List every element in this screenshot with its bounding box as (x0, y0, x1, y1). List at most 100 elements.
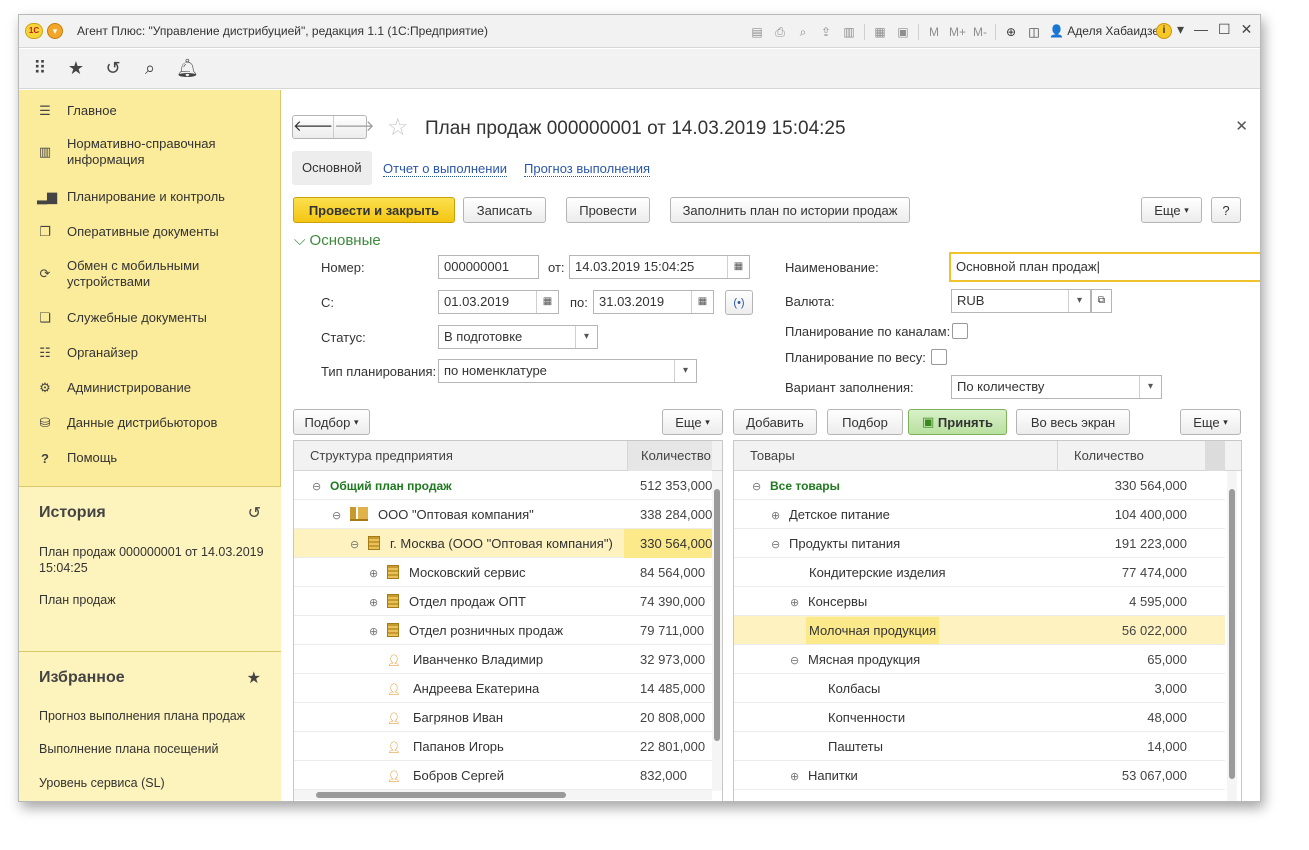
start-date-field[interactable]: 01.03.2019 ▦ (438, 290, 559, 314)
table-row[interactable]: ⊖ ООО "Оптовая компания" 338 284,000 (294, 500, 712, 529)
column-header-structure[interactable]: Структура предприятия (310, 441, 610, 471)
sidebar-item-mobile-exchange[interactable]: ⟳ Обмен с мобильными устройствами (19, 256, 281, 292)
sidebar-item-distributors[interactable]: ⛁ Данные дистрибьюторов (19, 412, 281, 434)
post-button[interactable]: Провести (566, 197, 650, 223)
history-icon[interactable]: ↺ (102, 58, 124, 79)
table-row[interactable]: 👤︎ Папанов Игорь 22 801,000 (294, 732, 712, 761)
by-channels-checkbox[interactable] (952, 323, 968, 339)
calendar-icon[interactable]: ▦ (691, 291, 713, 313)
chevron-down-icon[interactable]: ▾ (575, 326, 597, 348)
table-row[interactable]: 👤︎ Багрянов Иван 20 808,000 (294, 703, 712, 732)
horizontal-scrollbar[interactable] (294, 790, 712, 800)
user-name[interactable]: 👤 Аделя Хабаидзе (1049, 24, 1159, 38)
date-field[interactable]: 14.03.2019 15:04:25 ▦ (569, 255, 750, 279)
sidebar-item-documents[interactable]: ❐ Оперативные документы (19, 221, 281, 243)
main-menu-icon[interactable]: ▾ (47, 23, 63, 39)
maximize-icon[interactable]: ☐ (1218, 21, 1231, 38)
expand-icon[interactable]: ⊕ (369, 560, 381, 587)
collapse-icon[interactable]: ⊖ (350, 531, 362, 558)
sidebar-item-service-docs[interactable]: ❏ Служебные документы (19, 307, 281, 329)
table-row[interactable]: ⊕ Напитки 53 067,000 (734, 761, 1225, 790)
column-header-goods[interactable]: Товары (750, 441, 1050, 471)
search-icon[interactable]: ⌕ (139, 58, 161, 79)
right-select-button[interactable]: Подбор (827, 409, 903, 435)
table-row[interactable]: ⊕ Московский сервис 84 564,000 (294, 558, 712, 587)
import-icon[interactable]: ⇪ (818, 25, 834, 39)
table-row[interactable]: Паштеты 14,000 (734, 732, 1225, 761)
vertical-scrollbar[interactable] (1227, 471, 1237, 801)
panels-icon[interactable]: ◫ (1026, 25, 1042, 39)
table-row[interactable]: Копченности 48,000 (734, 703, 1225, 732)
dropdown-icon[interactable]: ▾ (1177, 21, 1184, 38)
table-row-selected[interactable]: Молочная продукция 56 022,000 (734, 616, 1225, 645)
favorites-link[interactable]: Прогноз выполнения плана продаж (39, 708, 269, 724)
table-row[interactable]: ⊕ Отдел продаж ОПТ 74 390,000 (294, 587, 712, 616)
forward-arrow-icon[interactable]: 🡒 (333, 116, 374, 138)
calculator-icon[interactable]: ▦ (872, 25, 888, 39)
collapse-icon[interactable]: ⊖ (771, 531, 783, 558)
scrollbar-thumb[interactable] (714, 489, 720, 741)
by-weight-checkbox[interactable] (931, 349, 947, 365)
preview-icon[interactable]: ⌕ (795, 25, 811, 40)
save-icon[interactable]: ▤ (749, 25, 765, 39)
calendar-icon[interactable]: ▣ (895, 25, 911, 39)
sidebar-item-administration[interactable]: ⚙ Администрирование (19, 377, 281, 399)
scrollbar-thumb[interactable] (1229, 489, 1235, 779)
table-row[interactable]: ⊖ Мясная продукция 65,000 (734, 645, 1225, 674)
sections-grid-icon[interactable]: ⠿ (29, 58, 51, 79)
tab-main[interactable]: Основной (292, 151, 372, 185)
status-select[interactable]: В подготовке ▾ (438, 325, 598, 349)
calendar-icon[interactable]: ▦ (536, 291, 558, 313)
fill-variant-select[interactable]: По количеству ▾ (951, 375, 1162, 399)
currency-select[interactable]: RUB ▾ (951, 289, 1091, 313)
close-form-icon[interactable]: ✕ (1235, 117, 1248, 135)
history-icon[interactable]: ↺ (248, 503, 261, 523)
print-icon[interactable]: ⎙ (772, 25, 788, 40)
scrollbar-thumb[interactable] (316, 792, 566, 798)
vertical-scrollbar[interactable] (712, 471, 722, 791)
sidebar-item-reference[interactable]: ▥ Нормативно-справочная информация (19, 134, 281, 170)
memory-plus-button[interactable]: M+ (949, 25, 966, 39)
sidebar-item-help[interactable]: ? Помощь (19, 447, 281, 469)
table-row[interactable]: ⊕ Детское питание 104 400,000 (734, 500, 1225, 529)
post-and-close-button[interactable]: Провести и закрыть (293, 197, 455, 223)
period-select-button[interactable]: (•) (725, 290, 753, 315)
bell-icon[interactable]: 🔔︎ (176, 58, 199, 79)
minimize-icon[interactable]: — (1194, 21, 1208, 38)
tab-execution-report[interactable]: Отчет о выполнении (383, 161, 507, 177)
table-row[interactable]: Колбасы 3,000 (734, 674, 1225, 703)
favorites-link[interactable]: Выполнение плана посещений (39, 741, 269, 757)
collapse-icon[interactable]: ⊖ (332, 502, 344, 529)
expand-icon[interactable]: ⊕ (369, 589, 381, 616)
help-button[interactable]: ? (1211, 197, 1241, 223)
sidebar-item-planning[interactable]: ▂▆ Планирование и контроль (19, 186, 281, 208)
table-row[interactable]: 👤︎ Андреева Екатерина 14 485,000 (294, 674, 712, 703)
collapse-icon[interactable]: ⊖ (312, 473, 324, 500)
expand-icon[interactable]: ⊕ (771, 502, 783, 529)
chevron-down-icon[interactable]: ▾ (674, 360, 696, 382)
table-row[interactable]: ⊖ Продукты питания 191 223,000 (734, 529, 1225, 558)
chevron-down-icon[interactable]: ▾ (1068, 290, 1090, 312)
add-button[interactable]: Добавить (733, 409, 817, 435)
left-select-button[interactable]: Подбор ▾ (293, 409, 370, 435)
table-row[interactable]: ⊕ Отдел розничных продаж 79 711,000 (294, 616, 712, 645)
favorites-link[interactable]: Уровень сервиса (SL) (39, 775, 269, 791)
column-header-quantity[interactable]: Количество (627, 441, 712, 471)
info-icon[interactable]: i (1156, 23, 1172, 39)
expand-icon[interactable]: ⊕ (369, 618, 381, 645)
table-row-selected[interactable]: ⊖ г. Москва (ООО "Оптовая компания") 330 … (294, 529, 712, 558)
more-button[interactable]: Еще ▾ (1141, 197, 1202, 223)
sidebar-item-main[interactable]: ☰ Главное (19, 100, 281, 122)
sidebar-item-organizer[interactable]: ☷ Органайзер (19, 342, 281, 364)
fullscreen-button[interactable]: Во весь экран (1016, 409, 1130, 435)
expand-icon[interactable]: ⊕ (790, 763, 802, 790)
table-row[interactable]: ⊖ Все товары 330 564,000 (734, 471, 1225, 500)
memory-button[interactable]: M (926, 25, 942, 39)
tab-execution-forecast[interactable]: Прогноз выполнения (524, 161, 651, 177)
zoom-icon[interactable]: ⊕ (1003, 25, 1019, 39)
fill-by-history-button[interactable]: Заполнить план по истории продаж (670, 197, 910, 223)
chevron-down-icon[interactable]: ▾ (1139, 376, 1161, 398)
history-link[interactable]: План продаж 000000001 от 14.03.2019 15:0… (39, 544, 269, 576)
table-row[interactable]: Кондитерские изделия 77 474,000 (734, 558, 1225, 587)
end-date-field[interactable]: 31.03.2019 ▦ (593, 290, 714, 314)
